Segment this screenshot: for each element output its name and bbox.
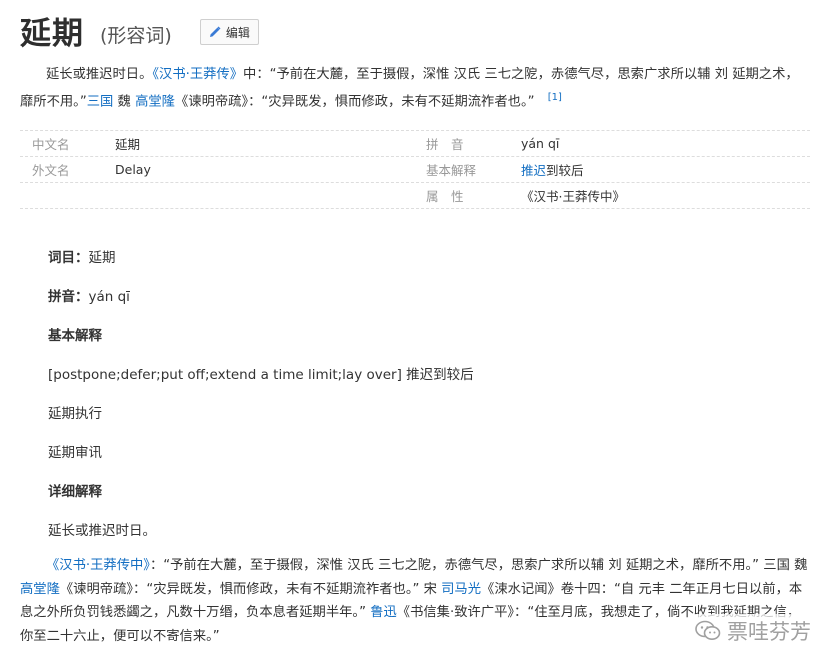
basic-info-value: yán qī bbox=[521, 136, 560, 151]
basic-info-link-tuichi[interactable]: 推迟 bbox=[521, 163, 546, 178]
basic-info-row: 中文名 延期 拼 音 yán qī bbox=[20, 130, 810, 157]
watermark: 票哇芬芳 bbox=[691, 614, 815, 648]
detail-text-1: ：“予前在大麓，至于摄假，深惟 汉氏 三七之阸，赤德气尽，思索广求所以辅 刘 延… bbox=[149, 558, 808, 573]
basic-info-label: 基本解释 bbox=[426, 163, 477, 178]
basic-info-label: 拼 音 bbox=[426, 137, 464, 152]
lead-text-1: 延长或推迟时日。 bbox=[46, 67, 153, 82]
edit-button-label: 编辑 bbox=[225, 25, 250, 40]
basic-definition: [postpone;defer;put off;extend a time li… bbox=[48, 367, 474, 383]
term-value: 延期 bbox=[88, 250, 116, 266]
watermark-text: 票哇芬芳 bbox=[727, 620, 811, 644]
basic-info-value: 延期 bbox=[115, 137, 141, 152]
basic-info-value-rest: 到较后 bbox=[546, 163, 584, 178]
basic-info-label: 属 性 bbox=[426, 189, 464, 204]
example-2: 延期审讯 bbox=[48, 445, 102, 461]
lead-link-hanshu[interactable]: 《汉书·王莽传》 bbox=[152, 67, 243, 82]
lead-link-gaotanglong[interactable]: 高堂隆 bbox=[135, 94, 175, 109]
citation-link[interactable]: [1] bbox=[548, 92, 562, 103]
basic-info-row: 属 性 《汉书·王莽传中》 bbox=[20, 183, 810, 209]
pinyin-value: yán qī bbox=[88, 289, 130, 305]
basic-info-value: 《汉书·王莽传中》 bbox=[521, 189, 625, 204]
basic-heading: 基本解释 bbox=[48, 328, 102, 344]
detail-definition: 延长或推迟时日。 bbox=[48, 523, 156, 539]
edit-button[interactable]: 编辑 bbox=[199, 19, 259, 45]
term-line: 词目：延期 bbox=[48, 246, 116, 266]
pencil-icon bbox=[209, 26, 221, 37]
pinyin-line: 拼音：yán qī bbox=[48, 285, 130, 305]
page-subtitle: (形容词) bbox=[100, 24, 172, 47]
page-title: 延期 bbox=[20, 15, 84, 52]
basic-info-label: 外文名 bbox=[32, 163, 70, 178]
detail-text-2: 《谏明帝疏》：“灾异既发，惧而修政，未有不延期流祚者也。” 宋 bbox=[59, 581, 442, 597]
detail-heading: 详细解释 bbox=[48, 484, 102, 500]
title-row: 延期 (形容词) 编辑 bbox=[20, 8, 259, 52]
basic-info-value: 推迟到较后 bbox=[521, 160, 584, 179]
wechat-icon bbox=[695, 620, 721, 640]
example-1: 延期执行 bbox=[48, 406, 102, 422]
lead-text-3: 魏 bbox=[113, 94, 136, 110]
term-label: 词目： bbox=[48, 250, 89, 266]
detail-link-luxun[interactable]: 鲁迅 bbox=[370, 605, 397, 620]
basic-info-row: 外文名 Delay 基本解释 推迟到较后 bbox=[20, 157, 810, 183]
basic-info-label: 中文名 bbox=[32, 137, 70, 152]
basic-info-table: 中文名 延期 拼 音 yán qī 外文名 Delay 基本解释 推迟到较后 属… bbox=[20, 130, 810, 209]
detail-link-hanshu[interactable]: 《汉书·王莽传中》 bbox=[46, 558, 150, 573]
pinyin-label: 拼音： bbox=[48, 289, 89, 305]
lead-summary: 延长或推迟时日。《汉书·王莽传》中：“予前在大麓，至于摄假，深惟 汉氏 三七之阸… bbox=[20, 63, 810, 113]
lead-link-sanguo[interactable]: 三国 bbox=[87, 94, 114, 109]
basic-info-value: Delay bbox=[115, 162, 151, 177]
detail-link-simaguang[interactable]: 司马光 bbox=[441, 582, 481, 597]
lead-text-4: 《谏明帝疏》：“灾异既发，惧而修政，未有不延期流祚者也。” bbox=[174, 94, 535, 110]
detail-link-gaotanglong[interactable]: 高堂隆 bbox=[20, 582, 60, 597]
